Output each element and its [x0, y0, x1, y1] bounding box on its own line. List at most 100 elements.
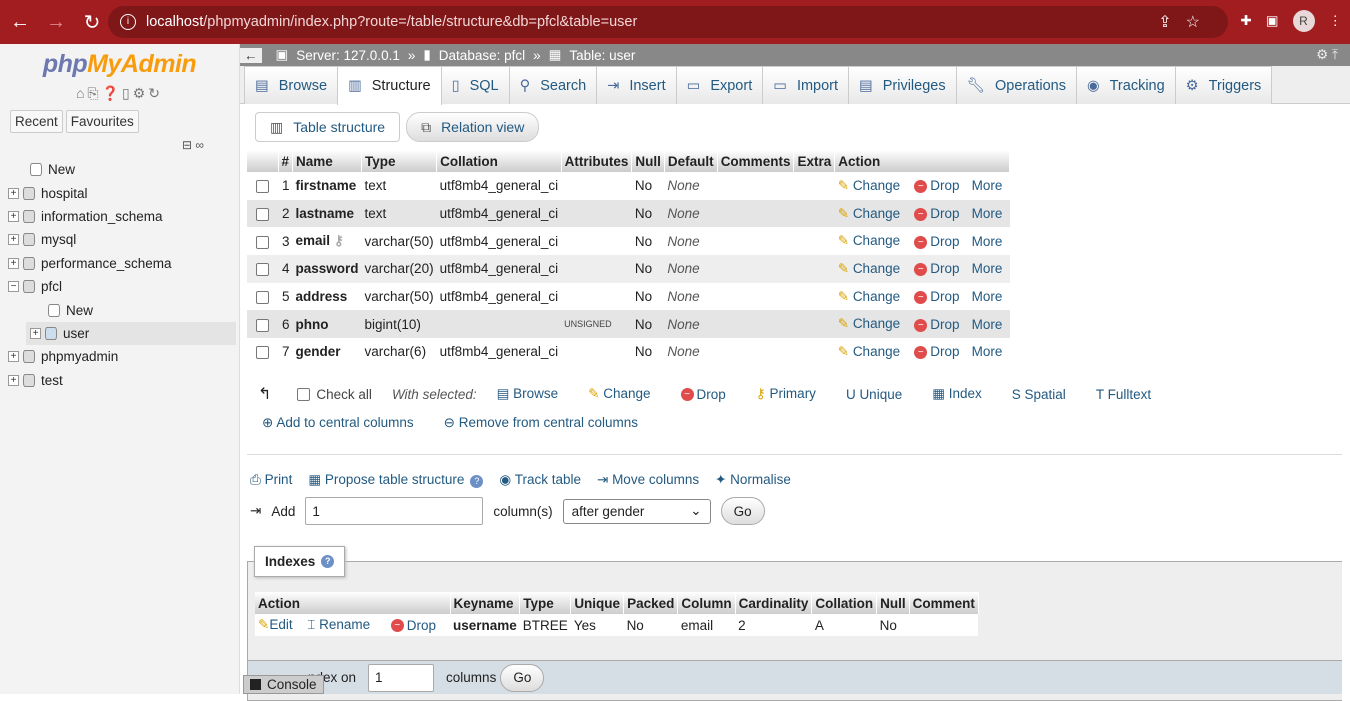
drop-link[interactable]: − Drop — [911, 172, 968, 200]
index-columns-input[interactable]: 1 — [368, 663, 435, 692]
collapse-sidebar-icon[interactable]: ← — [240, 47, 262, 63]
change-link[interactable]: ✎ Change — [835, 227, 912, 255]
extensions-icon[interactable]: ✚ — [1240, 13, 1251, 29]
row-checkbox[interactable] — [256, 207, 269, 221]
index-edit-link[interactable]: ✎Edit — [255, 614, 305, 636]
tree-db-test[interactable]: + test — [8, 369, 236, 392]
avatar[interactable]: R — [1292, 10, 1315, 32]
more-dropdown[interactable]: More — [969, 227, 1010, 255]
bulk-unique[interactable]: U Unique — [846, 387, 902, 402]
add-central-columns[interactable]: ⊕ Add to central columns — [262, 415, 414, 431]
add-column-count-input[interactable]: 1 — [305, 497, 484, 525]
more-dropdown[interactable]: More — [968, 199, 1010, 228]
share-star-icons[interactable]: ⇪☆ — [1158, 12, 1214, 32]
pencil-icon: ✎ — [837, 343, 850, 359]
relation-view-tab[interactable]: ⧉ Relation view — [406, 112, 540, 142]
bulk-drop[interactable]: − Drop — [680, 387, 726, 402]
change-link[interactable]: ✎ Change — [834, 255, 912, 283]
more-dropdown[interactable]: More — [969, 283, 1010, 311]
row-checkbox[interactable] — [256, 263, 269, 277]
tree-db-performance-schema[interactable]: + performance_schema — [8, 252, 236, 275]
tree-pfcl-new[interactable]: New — [8, 298, 236, 321]
tree-db-pfcl[interactable]: − pfcl — [8, 275, 236, 298]
change-link[interactable]: ✎ Change — [834, 310, 912, 339]
favourites-button[interactable]: Favourites — [65, 110, 139, 133]
reload-icon[interactable]: ↻ — [76, 10, 108, 35]
tree-db-information-schema[interactable]: + information_schema — [8, 205, 236, 228]
bulk-spatial[interactable]: S Spatial — [1012, 387, 1066, 402]
drop-link[interactable]: − Drop — [911, 227, 968, 255]
row-checkbox[interactable] — [256, 346, 269, 360]
tab-import[interactable]: ▭ Import — [762, 66, 850, 104]
add-column-go-button[interactable]: Go — [720, 497, 765, 525]
bulk-index[interactable]: ▦ Index — [932, 386, 982, 402]
change-link[interactable]: ✎ Change — [835, 172, 912, 200]
breadcrumb-database[interactable]: Database: pfcl — [439, 48, 525, 63]
remove-central-columns[interactable]: ⊖ Remove from central columns — [444, 415, 638, 431]
tree-db-phpmyadmin[interactable]: + phpmyadmin — [8, 345, 236, 368]
propose-structure-link[interactable]: ▦ Propose table structure? — [308, 472, 484, 488]
quick-icons[interactable]: ⌂⎘❓▯⚙↻ — [0, 85, 239, 102]
breadcrumb-server[interactable]: Server: 127.0.0.1 — [296, 48, 400, 63]
change-link[interactable]: ✎ Change — [835, 338, 912, 366]
breadcrumb-table[interactable]: Table: user — [569, 48, 635, 63]
move-columns-link[interactable]: ⇥ Move columns — [597, 472, 699, 488]
settings-collapse-icons[interactable]: ⚙ ⤒ — [1316, 47, 1338, 63]
tab-operations[interactable]: 🔧︎ Operations — [955, 66, 1077, 104]
tree-new[interactable]: New — [8, 158, 236, 181]
tab-export[interactable]: ▭ Export — [675, 66, 764, 104]
help-icon[interactable]: ? — [321, 555, 335, 568]
forward-icon[interactable]: → — [40, 11, 72, 34]
tab-search[interactable]: ⚲ Search — [508, 66, 598, 104]
table-structure-tab[interactable]: ▥ Table structure — [255, 112, 401, 142]
column-position-select[interactable]: after gender ⌄ — [562, 498, 711, 524]
drop-link[interactable]: − Drop — [911, 310, 969, 339]
tree-table-user[interactable]: + user — [26, 321, 236, 346]
tab-insert[interactable]: ⇥ Insert — [596, 66, 677, 104]
console-toggle[interactable]: Console — [243, 675, 324, 694]
index-drop-link[interactable]: − Drop — [387, 614, 450, 636]
tab-privileges[interactable]: ▤ Privileges — [848, 66, 957, 104]
tree-db-hospital[interactable]: + hospital — [8, 181, 236, 204]
address-bar[interactable]: i localhost/phpmyadmin/index.php?route=/… — [108, 6, 1228, 38]
tab-triggers[interactable]: ⚙ Triggers — [1174, 66, 1273, 104]
bulk-change[interactable]: ✎ Change — [588, 386, 650, 402]
indexes-legend: Indexes? — [254, 546, 346, 577]
more-dropdown[interactable]: More — [969, 338, 1010, 366]
site-info-icon[interactable]: i — [120, 14, 136, 30]
print-link[interactable]: ⎙ Print — [250, 472, 292, 488]
change-link[interactable]: ✎ Change — [835, 283, 912, 311]
index-rename-link[interactable]: ⌶ Rename — [304, 614, 388, 636]
bulk-browse[interactable]: ▤ Browse — [497, 386, 559, 402]
collapse-link-icons[interactable]: ⊟ ∞ — [182, 138, 204, 152]
bulk-fulltext[interactable]: T Fulltext — [1096, 387, 1151, 402]
tab-structure[interactable]: ▥ Structure — [337, 66, 442, 105]
more-dropdown[interactable]: More — [968, 255, 1010, 283]
check-all-label[interactable]: Check all — [316, 387, 372, 402]
check-all-checkbox[interactable] — [297, 387, 311, 401]
recent-button[interactable]: Recent — [10, 110, 63, 133]
change-link[interactable]: ✎ Change — [834, 199, 912, 228]
drop-link[interactable]: − Drop — [911, 255, 969, 283]
row-checkbox[interactable] — [256, 180, 269, 194]
logo[interactable]: phpMyAdmin — [0, 50, 239, 79]
more-dropdown[interactable]: More — [969, 172, 1010, 200]
drop-link[interactable]: − Drop — [911, 338, 968, 366]
tab-sql[interactable]: ▯ SQL — [440, 66, 510, 104]
back-icon[interactable]: ← — [4, 11, 36, 34]
menu-icon[interactable]: ⋮ — [1329, 13, 1343, 29]
more-dropdown[interactable]: More — [968, 310, 1010, 339]
bulk-primary[interactable]: ⚷ Primary — [756, 386, 816, 402]
sidepanel-icon[interactable]: ▣ — [1266, 13, 1279, 29]
tab-tracking[interactable]: ◉ Tracking — [1075, 66, 1176, 104]
row-checkbox[interactable] — [256, 235, 269, 249]
create-index-go-button[interactable]: Go — [500, 663, 545, 692]
tree-db-mysql[interactable]: + mysql — [8, 228, 236, 251]
row-checkbox[interactable] — [256, 291, 269, 305]
row-checkbox[interactable] — [256, 318, 269, 332]
track-table-link[interactable]: ◉ Track table — [499, 472, 581, 488]
drop-link[interactable]: − Drop — [911, 199, 969, 228]
drop-link[interactable]: − Drop — [911, 283, 968, 311]
tab-browse[interactable]: ▤ Browse — [244, 66, 339, 104]
normalise-link[interactable]: ✦ Normalise — [715, 472, 791, 488]
